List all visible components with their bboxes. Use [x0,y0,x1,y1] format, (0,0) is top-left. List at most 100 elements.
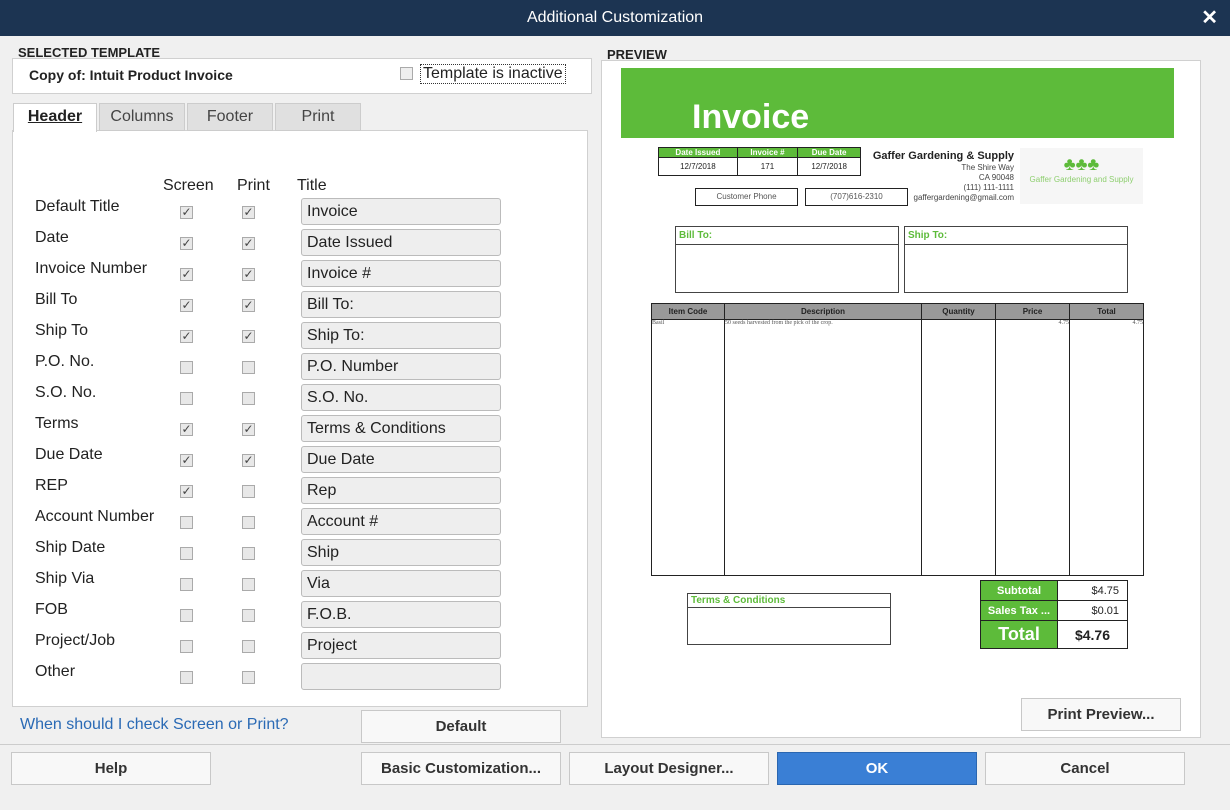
tab-columns[interactable]: Columns [99,103,185,131]
screen-checkbox[interactable] [180,671,193,684]
tab-print[interactable]: Print [275,103,361,131]
item-header: Price [995,303,1070,320]
screen-checkbox[interactable]: ✓ [180,299,193,312]
cell: 4.75 [995,319,1070,576]
screen-checkbox[interactable] [180,516,193,529]
title-input[interactable]: Date Issued [301,229,501,256]
terms-box: Terms & Conditions [687,593,891,645]
screen-checkbox[interactable] [180,640,193,653]
print-checkbox[interactable] [242,547,255,560]
title-input[interactable]: Rep [301,477,501,504]
print-checkbox[interactable]: ✓ [242,237,255,250]
total-label: Total [980,620,1058,649]
template-inactive-label[interactable]: Template is inactive [420,64,566,84]
print-checkbox[interactable]: ✓ [242,330,255,343]
screen-checkbox[interactable]: ✓ [180,454,193,467]
title-input[interactable]: Account # [301,508,501,535]
screen-checkbox[interactable] [180,361,193,374]
cell: 50 seeds harvested from the pick of the … [724,319,922,576]
title-bar: Additional Customization ✕ [0,0,1230,36]
title-input[interactable]: Ship [301,539,501,566]
cell [921,319,996,576]
title-input[interactable]: Invoice # [301,260,501,287]
field-label: Default Title [35,198,120,215]
tab-footer[interactable]: Footer [187,103,273,131]
layout-designer-button[interactable]: Layout Designer... [569,752,769,785]
tab-header[interactable]: Header [13,103,97,132]
title-input[interactable]: S.O. No. [301,384,501,411]
print-checkbox[interactable]: ✓ [242,423,255,436]
item-header: Total [1069,303,1144,320]
info-value: 171 [736,157,799,176]
field-label: S.O. No. [35,384,97,401]
screen-checkbox[interactable]: ✓ [180,330,193,343]
title-input[interactable]: Invoice [301,198,501,225]
title-input[interactable]: Bill To: [301,291,501,318]
title-input[interactable]: Via [301,570,501,597]
company-info: Gaffer Gardening & Supply The Shire Way … [852,149,1014,203]
customer-phone-label: Customer Phone [695,188,798,206]
company-phone: (111) 111-1111 [963,183,1014,192]
company-address: CA 90048 [978,173,1014,182]
title-input[interactable]: F.O.B. [301,601,501,628]
print-checkbox[interactable] [242,609,255,622]
total-value: $4.76 [1057,620,1128,649]
title-input[interactable]: P.O. Number [301,353,501,380]
print-checkbox[interactable] [242,671,255,684]
print-checkbox[interactable] [242,392,255,405]
tab-label: Header [27,108,83,125]
field-label: Other [35,663,76,680]
screen-checkbox[interactable]: ✓ [180,485,193,498]
screen-checkbox[interactable]: ✓ [180,423,193,436]
cell: 4.75 [1069,319,1144,576]
cancel-button[interactable]: Cancel [985,752,1185,785]
field-label: FOB [35,601,68,618]
print-checkbox[interactable]: ✓ [242,206,255,219]
ship-to-box: Ship To: [904,226,1128,293]
company-email: gaffergardening@gmail.com [913,193,1014,202]
field-label: Account Number [35,508,155,525]
title-input[interactable]: Project [301,632,501,659]
close-icon[interactable]: ✕ [1201,0,1218,36]
screen-checkbox[interactable] [180,609,193,622]
screen-checkbox[interactable]: ✓ [180,206,193,219]
title-input[interactable]: Due Date [301,446,501,473]
help-button[interactable]: Help [11,752,211,785]
basic-customization-button[interactable]: Basic Customization... [361,752,561,785]
screen-checkbox[interactable] [180,578,193,591]
screen-checkbox[interactable] [180,547,193,560]
info-header: Invoice # [736,147,799,158]
print-checkbox[interactable] [242,578,255,591]
totals-table: Subtotal $4.75 Sales Tax ... $0.01 Total $4… [980,580,1128,649]
title-input[interactable]: Terms & Conditions [301,415,501,442]
default-button[interactable]: Default [361,710,561,743]
print-checkbox[interactable] [242,361,255,374]
terms-label: Terms & Conditions [688,594,890,608]
print-checkbox[interactable]: ✓ [242,454,255,467]
line-items-table: Item Code Description Quantity Price Total B… [651,303,1144,576]
print-checkbox[interactable]: ✓ [242,268,255,281]
field-label: Project/Job [35,632,116,649]
invoice-title: Invoice [692,98,810,136]
print-checkbox[interactable] [242,640,255,653]
ok-button[interactable]: OK [777,752,977,785]
table-row: Basil 50 seeds harvested from the pick of… [651,319,1144,576]
print-checkbox[interactable] [242,485,255,498]
ship-to-label: Ship To: [905,227,1127,245]
header-tab-panel [12,130,588,707]
screen-checkbox[interactable]: ✓ [180,268,193,281]
print-checkbox[interactable] [242,516,255,529]
title-input[interactable] [301,663,501,690]
field-label: Date [35,229,69,246]
help-link[interactable]: When should I check Screen or Print? [20,716,289,734]
print-preview-button[interactable]: Print Preview... [1021,698,1181,731]
field-label: Due Date [35,446,103,463]
company-logo: ♣♣♣ Gaffer Gardening and Supply [1020,148,1143,204]
info-value: 12/7/2018 [658,157,738,176]
screen-checkbox[interactable]: ✓ [180,237,193,250]
print-checkbox[interactable]: ✓ [242,299,255,312]
title-input[interactable]: Ship To: [301,322,501,349]
template-inactive-checkbox[interactable] [400,67,413,80]
invoice-info-table: Date Issued Invoice # Due Date 12/7/2018 17… [658,147,861,176]
screen-checkbox[interactable] [180,392,193,405]
